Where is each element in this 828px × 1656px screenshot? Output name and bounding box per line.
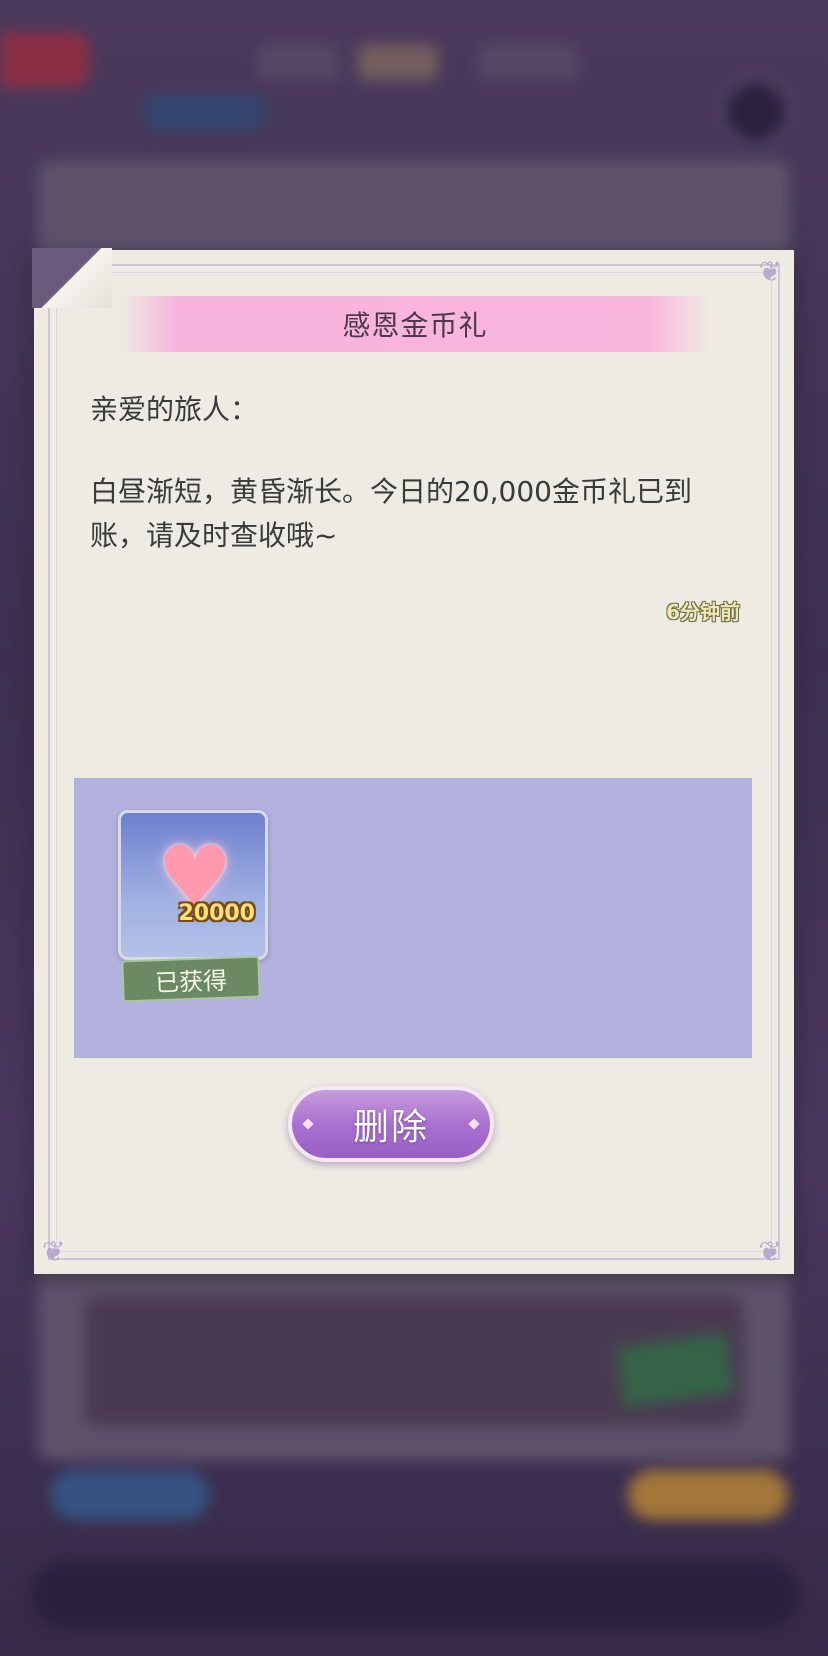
corner-ornament-icon: ❦ (42, 1235, 66, 1268)
delete-button[interactable]: 删除 (288, 1086, 494, 1162)
page-corner-fold (32, 248, 112, 308)
mail-dialog: ❦ ❦ ❦ 感恩金币礼 亲爱的旅人： 白昼渐短，黄昏渐长。今日的20,000金币… (32, 248, 794, 1274)
mail-timestamp: 6分钟前 (666, 600, 740, 624)
mail-title-banner: 感恩金币礼 (120, 296, 710, 352)
mail-title: 感恩金币礼 (342, 309, 488, 342)
corner-ornament-icon: ❦ (758, 1235, 782, 1268)
reward-item[interactable]: ♥ 20000 (118, 810, 268, 960)
reward-amount: 20000 (178, 901, 255, 926)
corner-ornament-icon: ❦ (758, 255, 782, 288)
delete-button-label: 删除 (352, 1107, 429, 1148)
reward-area: ♥ 20000 已获得 (74, 778, 752, 1058)
reward-status-label: 已获得 (154, 966, 228, 997)
mail-body: 白昼渐短，黄昏渐长。今日的20,000金币礼已到账，请及时查收哦~ (90, 475, 692, 552)
mail-greeting: 亲爱的旅人： (90, 393, 259, 426)
reward-status-badge: 已获得 (121, 955, 261, 1003)
